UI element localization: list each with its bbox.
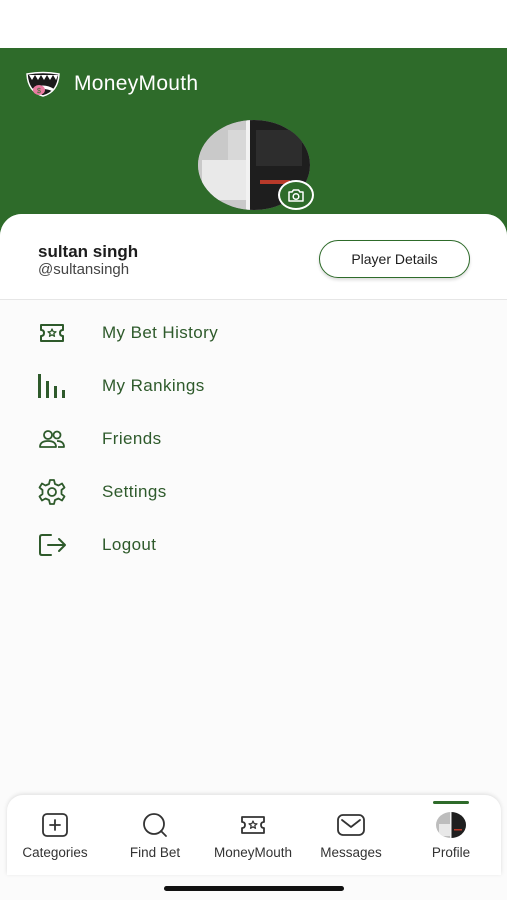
plus-square-icon bbox=[40, 811, 70, 839]
status-bar bbox=[0, 0, 507, 48]
menu-item-friends[interactable]: Friends bbox=[0, 412, 507, 465]
menu-item-settings[interactable]: Settings bbox=[0, 465, 507, 518]
ticket-icon bbox=[36, 319, 68, 347]
user-name: sultan singh bbox=[38, 242, 139, 261]
active-tab-indicator bbox=[433, 801, 469, 804]
player-details-button[interactable]: Player Details bbox=[319, 240, 470, 278]
friends-icon bbox=[36, 425, 68, 453]
camera-icon bbox=[288, 188, 304, 202]
bottom-tab-bar: Categories Find Bet MoneyMouth Messages bbox=[7, 795, 501, 875]
menu-item-label: My Rankings bbox=[102, 375, 205, 395]
brand: $ MoneyMouth bbox=[24, 68, 198, 100]
mail-icon bbox=[336, 811, 366, 839]
tab-profile[interactable]: Profile bbox=[411, 795, 491, 867]
tab-label: MoneyMouth bbox=[213, 845, 293, 860]
user-handle: @sultansingh bbox=[38, 261, 130, 278]
change-photo-button[interactable] bbox=[278, 180, 314, 210]
profile-menu: My Bet History My Rankings Friends Setti… bbox=[0, 306, 507, 571]
profile-summary: sultan singh @sultansingh Player Details bbox=[0, 214, 507, 300]
profile-thumbnail bbox=[436, 812, 466, 838]
ticket-icon bbox=[238, 811, 268, 839]
tab-categories[interactable]: Categories bbox=[15, 795, 95, 867]
menu-item-bet-history[interactable]: My Bet History bbox=[0, 306, 507, 359]
menu-item-label: Friends bbox=[102, 428, 162, 448]
moneymouth-logo-icon: $ bbox=[26, 71, 60, 97]
tab-label: Messages bbox=[320, 845, 382, 860]
tab-label: Profile bbox=[431, 845, 471, 860]
menu-item-logout[interactable]: Logout bbox=[0, 518, 507, 571]
svg-text:$: $ bbox=[37, 88, 41, 95]
avatar-container bbox=[198, 120, 314, 212]
avatar-icon bbox=[436, 811, 466, 839]
search-icon bbox=[140, 811, 170, 839]
tab-label: Find Bet bbox=[129, 845, 181, 860]
app-title: MoneyMouth bbox=[74, 72, 199, 95]
logout-icon bbox=[36, 531, 68, 559]
menu-item-rankings[interactable]: My Rankings bbox=[0, 359, 507, 412]
menu-item-label: My Bet History bbox=[102, 322, 219, 342]
profile-header: $ MoneyMouth bbox=[0, 48, 507, 238]
menu-item-label: Logout bbox=[102, 534, 157, 554]
menu-item-label: Settings bbox=[102, 481, 167, 501]
tab-messages[interactable]: Messages bbox=[311, 795, 391, 867]
tab-find-bet[interactable]: Find Bet bbox=[115, 795, 195, 867]
tab-label: Categories bbox=[22, 845, 88, 860]
home-indicator bbox=[164, 886, 344, 891]
tab-moneymouth[interactable]: MoneyMouth bbox=[203, 795, 303, 867]
gear-icon bbox=[36, 478, 68, 506]
bar-chart-icon bbox=[36, 372, 68, 400]
